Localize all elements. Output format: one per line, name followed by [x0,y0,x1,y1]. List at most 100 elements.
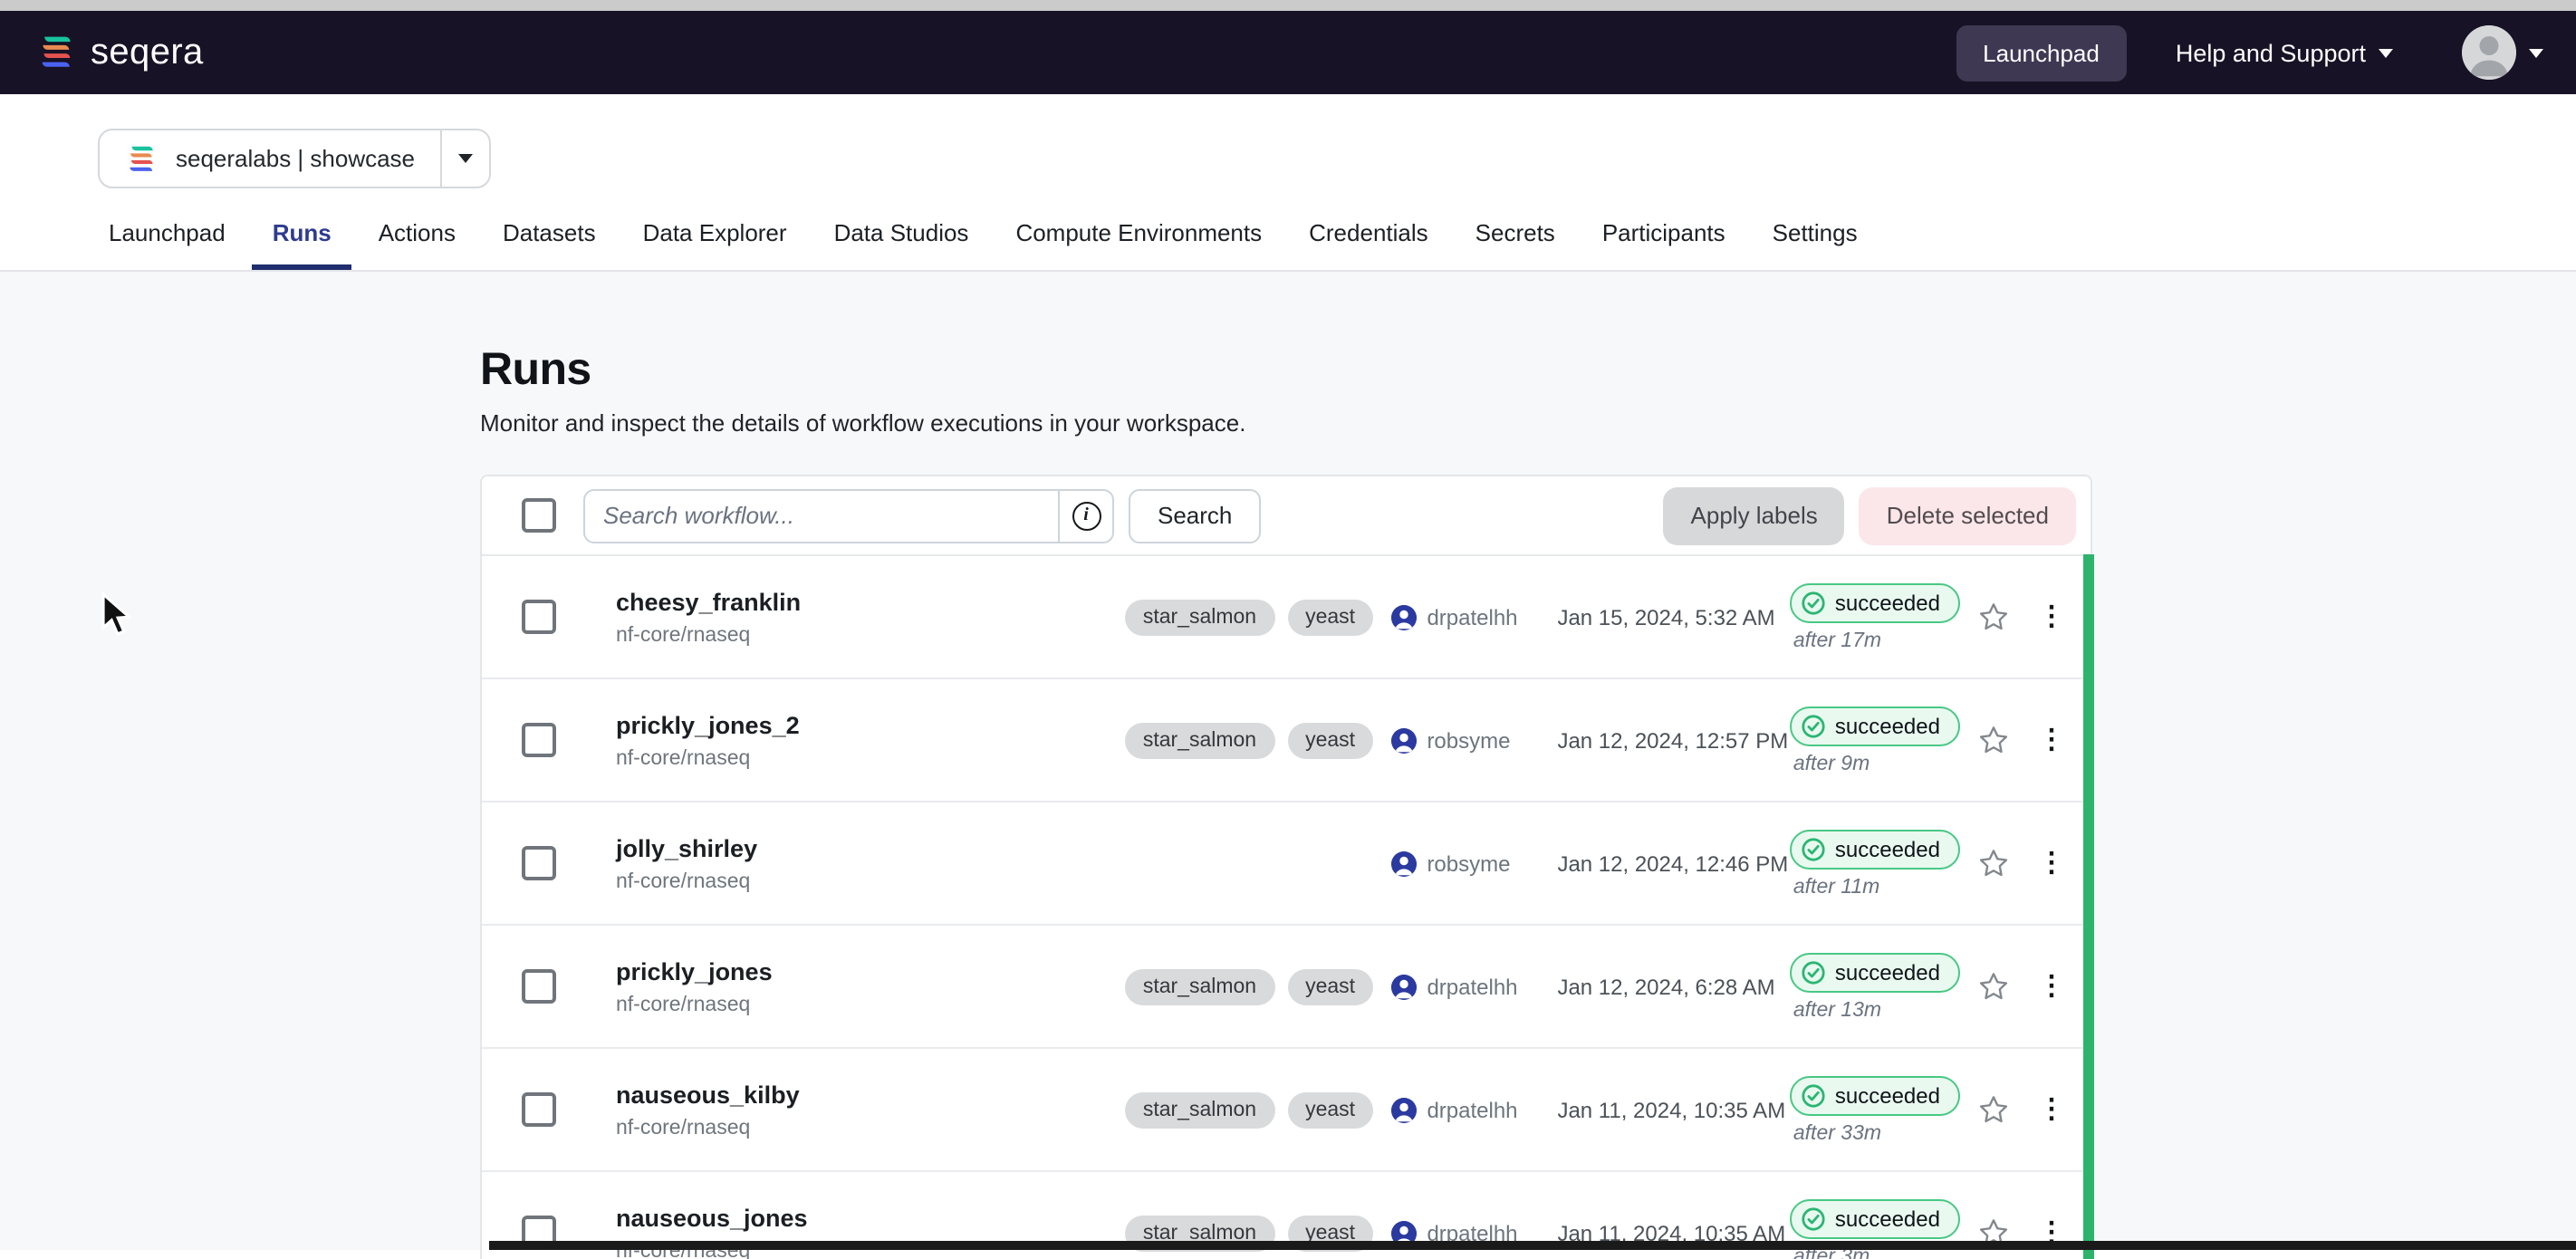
user-avatar-icon [1390,974,1416,999]
status-badge: succeeded [1790,952,1960,992]
chevron-down-icon [458,154,473,163]
run-pipeline: nf-core/rnaseq [616,994,1125,1015]
run-user: robsyme [1427,851,1510,876]
tab-label: Participants [1602,219,1725,246]
star-icon[interactable] [1976,846,2011,880]
tab-actions[interactable]: Actions [379,219,456,270]
kebab-menu-icon[interactable]: ⋮ [2038,1096,2065,1123]
check-circle-icon [1801,959,1826,985]
tab-datasets[interactable]: Datasets [503,219,596,270]
row-checkbox[interactable] [522,723,556,757]
tab-label: Settings [1773,219,1858,246]
star-icon[interactable] [1976,600,2011,634]
row-checkbox[interactable] [522,846,556,880]
run-label-pill: yeast [1287,1091,1373,1128]
tab-launchpad[interactable]: Launchpad [109,219,226,270]
status-badge: succeeded [1790,1075,1960,1115]
tab-compute-environments[interactable]: Compute Environments [1015,219,1262,270]
kebab-menu-icon[interactable]: ⋮ [2038,726,2065,754]
run-name-link[interactable]: nauseous_kilby [616,1081,1125,1108]
delete-selected-button[interactable]: Delete selected [1860,486,2076,544]
kebab-menu-icon[interactable]: ⋮ [2038,603,2065,630]
table-row: nauseous_kilby nf-core/rnaseq star_salmo… [482,1049,2091,1172]
select-all-checkbox[interactable] [522,498,556,533]
kebab-menu-icon[interactable]: ⋮ [2038,973,2065,1000]
run-name-link[interactable]: prickly_jones [616,957,1125,985]
check-circle-icon [1801,713,1826,738]
run-user: robsyme [1427,727,1510,753]
star-icon[interactable] [1976,969,2011,1004]
seqera-logo[interactable]: seqera [36,32,204,73]
kebab-menu-icon[interactable]: ⋮ [2038,850,2065,877]
tab-runs[interactable]: Runs [273,219,332,270]
runs-toolbar: i Search Apply labels Delete selected [482,476,2091,554]
page-subtitle: Monitor and inspect the details of workf… [480,409,2092,437]
star-icon[interactable] [1976,723,2011,757]
user-avatar-icon [1390,1097,1416,1122]
run-labels: star_salmonyeast [1125,722,1391,758]
workspace-selector[interactable]: seqeralabs | showcase [98,129,491,188]
run-date: Jan 12, 2024, 6:28 AM [1557,974,1789,999]
search-input[interactable] [585,490,1058,541]
info-icon: i [1072,501,1101,530]
workspace-header: seqeralabs | showcase Launchpad Runs Actio… [0,94,2576,272]
tab-label: Runs [273,219,332,246]
tab-label: Credentials [1309,219,1428,246]
row-checkbox[interactable] [522,969,556,1004]
run-label-pill: yeast [1287,722,1373,758]
run-labels: star_salmonyeast [1125,968,1391,1004]
tab-credentials[interactable]: Credentials [1309,219,1428,270]
table-row: prickly_jones_2 nf-core/rnaseq star_salm… [482,679,2091,802]
search-info-button[interactable]: i [1058,490,1112,541]
avatar [2462,25,2516,80]
run-name-link[interactable]: jolly_shirley [616,834,1125,861]
row-checkbox[interactable] [522,600,556,634]
tab-secrets[interactable]: Secrets [1475,219,1555,270]
run-date: Jan 12, 2024, 12:46 PM [1557,851,1789,876]
launchpad-button[interactable]: Launchpad [1956,24,2127,81]
status-badge: succeeded [1790,706,1960,745]
chevron-down-icon [2379,48,2393,57]
apply-labels-button[interactable]: Apply labels [1664,486,1845,544]
status-badge: succeeded [1790,829,1960,869]
tab-bar: Launchpad Runs Actions Datasets Data Explore… [0,188,2576,272]
search-button[interactable]: Search [1129,488,1261,543]
user-menu[interactable] [2462,25,2543,80]
run-duration: after 17m [1790,630,1881,651]
run-pipeline: nf-core/rnaseq [616,747,1125,769]
seqera-logo-icon [36,33,76,72]
tab-settings[interactable]: Settings [1773,219,1858,270]
tab-data-explorer[interactable]: Data Explorer [643,219,787,270]
table-row: prickly_jones nf-core/rnaseq star_salmon… [482,926,2091,1049]
status-label: succeeded [1835,713,1940,738]
run-name-link[interactable]: prickly_jones_2 [616,711,1125,738]
run-label-pill: yeast [1287,968,1373,1004]
tab-data-studios[interactable]: Data Studios [834,219,969,270]
run-name-link[interactable]: cheesy_franklin [616,588,1125,615]
brand-wordmark: seqera [91,32,204,73]
tab-label: Actions [379,219,456,246]
check-circle-icon [1801,1082,1826,1108]
row-checkbox[interactable] [522,1092,556,1127]
status-label: succeeded [1835,959,1940,985]
status-label: succeeded [1835,836,1940,861]
user-avatar-icon [1390,727,1416,753]
user-avatar-icon [1390,604,1416,630]
star-icon[interactable] [1976,1092,2011,1127]
run-duration: after 33m [1790,1122,1881,1144]
check-circle-icon [1801,590,1826,615]
run-name-link[interactable]: nauseous_jones [616,1204,1125,1231]
runs-list: cheesy_franklin nf-core/rnaseq star_salm… [482,554,2091,1259]
check-circle-icon [1801,836,1826,861]
run-user: drpatelhh [1427,974,1517,999]
recording-top-strip [0,0,2576,11]
workspace-logo-icon [125,142,158,175]
workspace-dropdown-toggle[interactable] [440,130,489,187]
tab-participants[interactable]: Participants [1602,219,1725,270]
help-and-support-menu[interactable]: Help and Support [2176,39,2393,66]
search-field: i [583,488,1114,543]
run-user: drpatelhh [1427,604,1517,630]
screen: seqera Launchpad Help and Support [0,0,2576,1259]
run-labels: star_salmonyeast [1125,599,1391,635]
status-label: succeeded [1835,590,1940,615]
